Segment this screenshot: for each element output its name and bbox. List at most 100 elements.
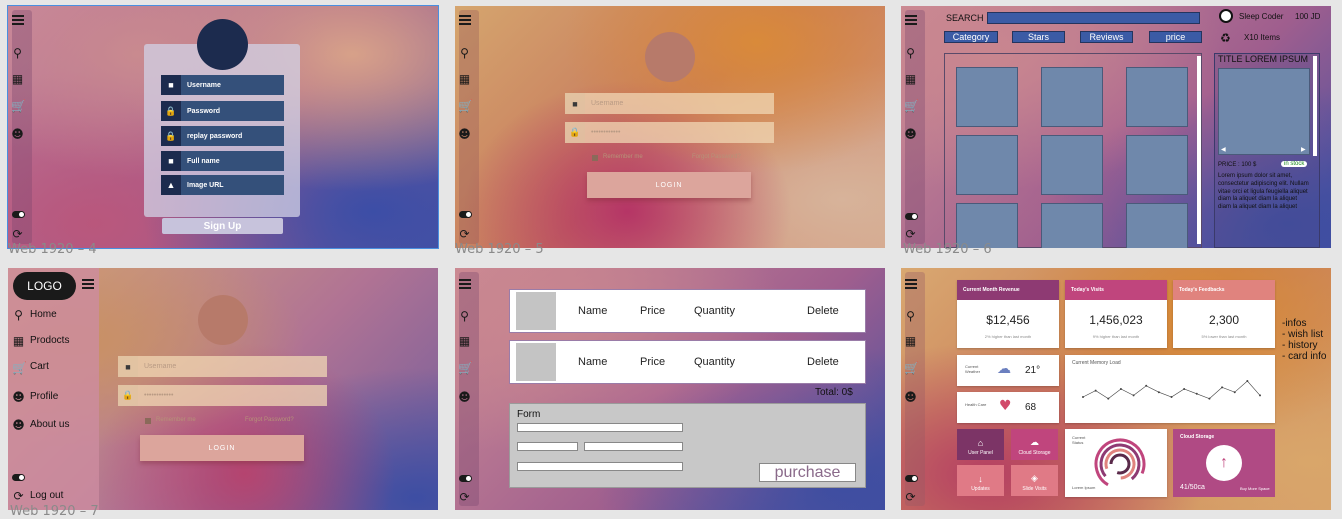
filter-category-button[interactable]: Category: [944, 31, 998, 43]
updates-tile[interactable]: ↓ Updates: [957, 465, 1004, 496]
theme-toggle[interactable]: [905, 475, 918, 482]
hamburger-icon[interactable]: [459, 15, 471, 25]
product-card[interactable]: [1041, 135, 1103, 195]
menu-products[interactable]: Prodocts: [30, 335, 69, 346]
detail-scrollbar[interactable]: [1313, 56, 1317, 156]
filter-stars-button[interactable]: Stars: [1012, 31, 1065, 43]
full-name-field[interactable]: ■ Full name: [161, 151, 284, 171]
basket-icon[interactable]: ♻: [1220, 31, 1231, 45]
form-input[interactable]: [517, 423, 683, 432]
forgot-password-link[interactable]: Forgot Password?: [245, 417, 294, 423]
signup-button[interactable]: Sign Up: [162, 218, 283, 234]
product-card[interactable]: [956, 135, 1018, 195]
image-url-field[interactable]: ▲ Image URL: [161, 175, 284, 195]
filter-reviews-button[interactable]: Reviews: [1080, 31, 1133, 43]
hamburger-icon[interactable]: [82, 279, 94, 289]
menu-cart[interactable]: Cart: [30, 361, 49, 372]
buy-space-button[interactable]: Buy More Space: [1240, 486, 1270, 491]
logout-icon[interactable]: ⟳: [904, 491, 917, 504]
search-input[interactable]: [987, 12, 1200, 24]
form-input[interactable]: [584, 442, 683, 451]
avatar[interactable]: [198, 295, 248, 345]
logo[interactable]: LOGO: [13, 272, 76, 300]
cart-icon[interactable]: 🛒: [11, 100, 26, 113]
username-input[interactable]: ■ Username: [118, 356, 327, 377]
grid-icon[interactable]: ▦: [11, 73, 24, 86]
product-card[interactable]: [1041, 203, 1103, 248]
logout-icon[interactable]: ⟳: [904, 228, 917, 241]
menu-profile[interactable]: Profile: [30, 391, 58, 402]
slide-visits-tile[interactable]: ◈ Slide Visits: [1011, 465, 1058, 496]
menu-home[interactable]: Home: [30, 309, 57, 320]
profile-icon[interactable]: ☻: [11, 128, 24, 141]
theme-toggle[interactable]: [459, 211, 472, 218]
cart-icon[interactable]: 🛒: [458, 100, 473, 113]
cart-icon[interactable]: 🛒: [904, 100, 919, 113]
upload-cloud-icon[interactable]: ↑: [1206, 445, 1242, 481]
password-input[interactable]: 🔒 ••••••••••••: [565, 122, 774, 143]
user-panel-tile[interactable]: ⌂ User Panel: [957, 429, 1004, 460]
search-icon[interactable]: ⚲: [904, 47, 917, 60]
logout-icon[interactable]: ⟳: [458, 228, 471, 241]
username-field[interactable]: ■ Username: [161, 75, 284, 95]
product-card[interactable]: [1041, 67, 1103, 127]
replay-password-field[interactable]: 🔒 replay password: [161, 126, 284, 146]
user-avatar-icon[interactable]: [1219, 9, 1233, 23]
filter-price-button[interactable]: price: [1149, 31, 1202, 43]
login-button[interactable]: LOGIN: [140, 435, 304, 461]
cart-icon[interactable]: 🛒: [458, 362, 473, 375]
forgot-password-link[interactable]: Forgot Password?: [692, 154, 741, 160]
search-icon[interactable]: ⚲: [458, 310, 471, 323]
delete-button[interactable]: Delete: [807, 356, 839, 368]
hamburger-icon[interactable]: [905, 279, 917, 289]
avatar[interactable]: [645, 32, 695, 82]
menu-logout[interactable]: Log out: [30, 490, 63, 501]
form-input[interactable]: [517, 462, 683, 471]
product-card[interactable]: [1126, 67, 1188, 127]
grid-scrollbar[interactable]: [1197, 56, 1201, 244]
purchase-button[interactable]: purchase: [759, 463, 856, 482]
username-input[interactable]: ■ Username: [565, 93, 774, 114]
grid-icon[interactable]: ▦: [904, 73, 917, 86]
kpi-card-feedbacks: Today's Feedbacks 2,300 5% lower than la…: [1173, 280, 1275, 348]
form-input[interactable]: [517, 442, 578, 451]
product-card[interactable]: [956, 67, 1018, 127]
product-card[interactable]: [1126, 135, 1188, 195]
profile-icon[interactable]: ☻: [458, 128, 471, 141]
hamburger-icon[interactable]: [12, 15, 24, 25]
product-card[interactable]: [1126, 203, 1188, 248]
login-button[interactable]: LOGIN: [587, 172, 751, 198]
theme-toggle[interactable]: [12, 474, 25, 481]
hamburger-icon[interactable]: [905, 15, 917, 25]
profile-icon[interactable]: ☻: [904, 128, 917, 141]
memory-line: [1082, 380, 1261, 399]
profile-icon[interactable]: ☻: [458, 391, 471, 404]
prev-image-icon[interactable]: ◀: [1221, 146, 1226, 153]
kpi-note: 2% higher than last month: [984, 334, 1032, 339]
menu-about[interactable]: About us: [30, 419, 69, 430]
next-image-icon[interactable]: ▶: [1301, 146, 1306, 153]
avatar[interactable]: [197, 19, 248, 70]
password-input[interactable]: 🔒 ••••••••••••: [118, 385, 327, 406]
search-icon[interactable]: ⚲: [904, 310, 917, 323]
theme-toggle[interactable]: [12, 211, 25, 218]
delete-button[interactable]: Delete: [807, 305, 839, 317]
item-quantity[interactable]: Quantity: [694, 305, 735, 317]
password-field[interactable]: 🔒 Password: [161, 101, 284, 121]
grid-icon[interactable]: ▦: [458, 335, 471, 348]
logout-icon[interactable]: ⟳: [11, 228, 24, 241]
logout-icon[interactable]: ⟳: [458, 491, 471, 504]
hamburger-icon[interactable]: [459, 279, 471, 289]
grid-icon[interactable]: ▦: [458, 73, 471, 86]
grid-icon[interactable]: ▦: [904, 335, 917, 348]
item-quantity[interactable]: Quantity: [694, 356, 735, 368]
theme-toggle[interactable]: [905, 213, 918, 220]
cart-icon[interactable]: 🛒: [904, 362, 919, 375]
remember-checkbox[interactable]: [145, 418, 151, 424]
search-icon[interactable]: ⚲: [458, 47, 471, 60]
cloud-storage-tile[interactable]: ☁ Cloud Storage: [1011, 429, 1058, 460]
theme-toggle[interactable]: [459, 475, 472, 482]
search-icon[interactable]: ⚲: [11, 47, 24, 60]
remember-checkbox[interactable]: [592, 155, 598, 161]
profile-icon[interactable]: ☻: [904, 391, 917, 404]
